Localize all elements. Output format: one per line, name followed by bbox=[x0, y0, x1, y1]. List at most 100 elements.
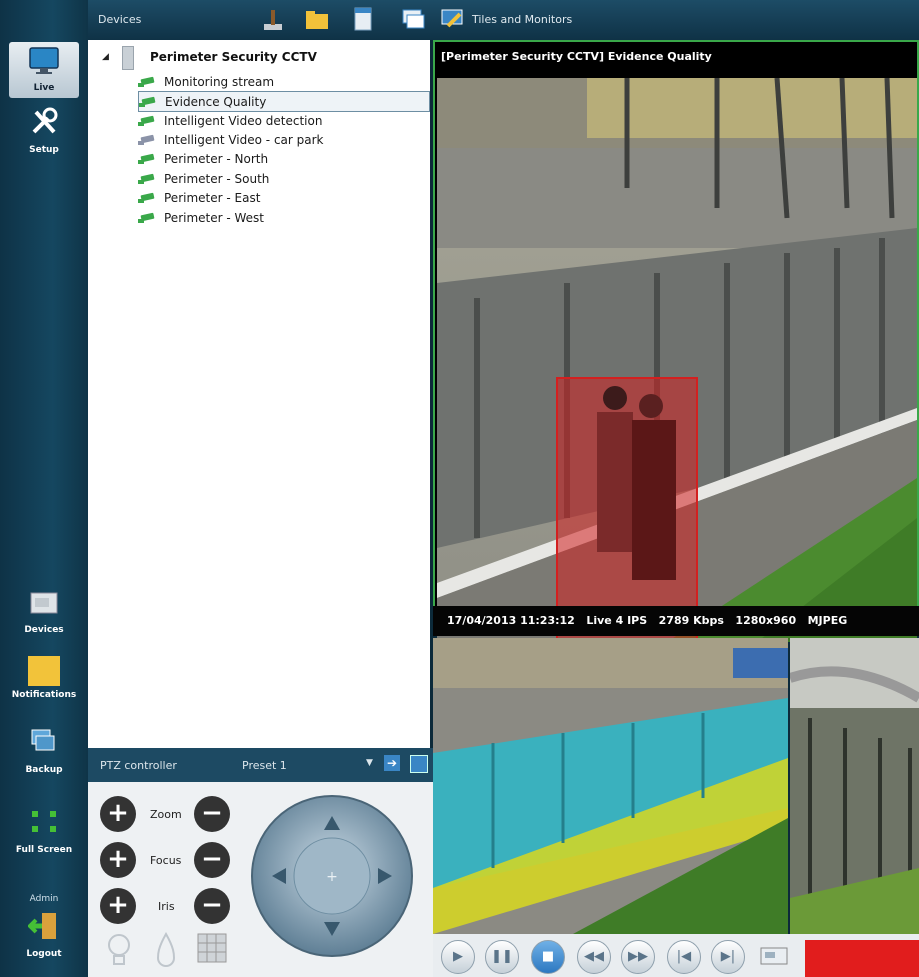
notification-icon bbox=[28, 656, 60, 686]
tree-item-perimeter-west[interactable]: Perimeter - West bbox=[138, 208, 428, 227]
chevron-down-icon[interactable]: ▼ bbox=[366, 758, 373, 768]
tree-item-perimeter-north[interactable]: Perimeter - North bbox=[138, 149, 428, 168]
zoom-out-button[interactable]: − bbox=[194, 796, 230, 832]
tree-item-label: Evidence Quality bbox=[165, 94, 267, 109]
focus-far-button[interactable]: − bbox=[194, 842, 230, 878]
preset-select[interactable]: Preset 1 bbox=[242, 759, 362, 772]
focus-label: Focus bbox=[150, 854, 182, 867]
camera-icon bbox=[138, 213, 156, 223]
fullscreen-icon bbox=[32, 811, 56, 832]
backup-icon bbox=[31, 729, 55, 751]
logout-label: Logout bbox=[26, 949, 62, 959]
tree-item-label: Intelligent Video - car park bbox=[164, 132, 324, 147]
status-codec: MJPEG bbox=[807, 614, 848, 627]
tree-item-label: Perimeter - South bbox=[164, 171, 270, 186]
record-indicator[interactable] bbox=[805, 940, 919, 977]
camera-icon bbox=[138, 154, 156, 164]
devices-heading: Devices bbox=[98, 13, 142, 26]
tree-item-label: Perimeter - East bbox=[164, 190, 261, 205]
tree-item-label: Perimeter - North bbox=[164, 151, 269, 166]
tree-item-monitoring-stream[interactable]: Monitoring stream bbox=[138, 72, 428, 91]
logout-button[interactable]: Logout bbox=[9, 910, 79, 970]
grid-icon[interactable] bbox=[196, 932, 228, 966]
tree-item-perimeter-east[interactable]: Perimeter - East bbox=[138, 188, 428, 207]
wiper-drop-icon[interactable] bbox=[154, 932, 178, 968]
ptz-controller: + Zoom − + Focus − + Iris − + bbox=[88, 782, 433, 977]
main-video-tile[interactable]: [Perimeter Security CCTV] Evidence Quali… bbox=[433, 40, 919, 642]
windows-icon[interactable] bbox=[400, 6, 426, 32]
tree-item-intelligent-video-detection[interactable]: Intelligent Video detection bbox=[138, 111, 428, 130]
go-preset-icon[interactable]: ➔ bbox=[384, 755, 400, 771]
video-tile-3[interactable] bbox=[790, 638, 919, 934]
tools-icon bbox=[32, 107, 58, 134]
camera-feed-image bbox=[437, 78, 917, 642]
tiles-monitors-icon[interactable] bbox=[440, 6, 466, 32]
camera-icon bbox=[138, 135, 156, 145]
tree-item-evidence-quality[interactable]: Evidence Quality bbox=[138, 91, 430, 112]
next-frame-button[interactable]: ▶| bbox=[711, 940, 745, 974]
snapshot-icon[interactable] bbox=[759, 944, 791, 968]
status-mode: Live bbox=[586, 614, 612, 627]
tree-item-label: Perimeter - West bbox=[164, 210, 265, 225]
save-preset-icon[interactable] bbox=[410, 755, 428, 773]
light-bulb-icon[interactable] bbox=[106, 932, 132, 968]
status-bitrate: 2789 Kbps bbox=[658, 614, 724, 627]
nav-devices[interactable]: Devices bbox=[9, 590, 79, 646]
left-navigation: Live Setup Devices Notifications Backup … bbox=[0, 0, 88, 977]
nav-fullscreen[interactable]: Full Screen bbox=[9, 808, 79, 868]
status-timestamp: 17/04/2013 11:23:12 bbox=[447, 614, 575, 627]
iris-close-button[interactable]: − bbox=[194, 888, 230, 924]
tree-item-perimeter-south[interactable]: Perimeter - South bbox=[138, 169, 428, 188]
logout-icon bbox=[27, 913, 56, 939]
previous-frame-button[interactable]: |◀ bbox=[667, 940, 701, 974]
camera-feed-image bbox=[433, 638, 788, 934]
camera-feed-image bbox=[790, 638, 919, 934]
ptz-title: PTZ controller bbox=[100, 759, 177, 772]
server-icon bbox=[122, 46, 134, 70]
camera-icon bbox=[138, 116, 156, 126]
status-resolution: 1280x960 bbox=[735, 614, 797, 627]
nav-backup-label: Backup bbox=[25, 765, 63, 775]
tiles-monitors-button[interactable]: Tiles and Monitors bbox=[472, 13, 572, 26]
ptz-joystick[interactable]: + bbox=[250, 794, 414, 958]
device-icon bbox=[30, 592, 58, 614]
nav-notifications[interactable]: Notifications bbox=[9, 656, 79, 716]
play-button[interactable]: ▶ bbox=[441, 940, 475, 974]
focus-near-button[interactable]: + bbox=[100, 842, 136, 878]
video-tile-2[interactable] bbox=[433, 638, 788, 934]
tree-item-intelligent-video-car-park[interactable]: Intelligent Video - car park bbox=[138, 130, 428, 149]
zoom-label: Zoom bbox=[150, 808, 182, 821]
nav-notifications-label: Notifications bbox=[11, 690, 77, 700]
tree-item-label: Intelligent Video detection bbox=[164, 113, 323, 128]
nav-backup[interactable]: Backup bbox=[9, 728, 79, 784]
nav-live[interactable]: Live bbox=[9, 42, 79, 98]
ptz-header: PTZ controller Preset 1 ▼ ➔ bbox=[88, 748, 433, 782]
camera-icon bbox=[138, 174, 156, 184]
nav-fullscreen-label: Full Screen bbox=[15, 845, 73, 855]
user-label: Admin bbox=[29, 894, 59, 904]
camera-icon bbox=[138, 193, 156, 203]
iris-open-button[interactable]: + bbox=[100, 888, 136, 924]
video-status-bar: 17/04/2013 11:23:12 Live 4 IPS 2789 Kbps… bbox=[433, 606, 919, 636]
device-tree-panel: ◢ Perimeter Security CCTV Monitoring str… bbox=[88, 40, 433, 748]
svg-text:+: + bbox=[326, 869, 338, 885]
fast-forward-button[interactable]: ▶▶ bbox=[621, 940, 655, 974]
stop-button[interactable]: ■ bbox=[531, 940, 565, 974]
nav-setup[interactable]: Setup bbox=[9, 106, 79, 162]
playback-toolbar: ▶ ❚❚ ■ ◀◀ ▶▶ |◀ ▶| bbox=[433, 934, 919, 977]
nav-live-label: Live bbox=[33, 83, 55, 93]
folder-icon[interactable] bbox=[304, 6, 330, 32]
camera-icon bbox=[138, 77, 156, 87]
document-icon[interactable] bbox=[350, 6, 376, 32]
nav-setup-label: Setup bbox=[29, 145, 59, 155]
iris-label: Iris bbox=[158, 900, 175, 913]
tree-root-label[interactable]: Perimeter Security CCTV bbox=[150, 50, 317, 64]
pause-button[interactable]: ❚❚ bbox=[485, 940, 519, 974]
collapse-arrow-icon[interactable]: ◢ bbox=[102, 52, 109, 62]
tree-item-label: Monitoring stream bbox=[164, 74, 275, 89]
rewind-button[interactable]: ◀◀ bbox=[577, 940, 611, 974]
top-toolbar: Devices Tiles and Monitors bbox=[88, 0, 919, 40]
zoom-in-button[interactable]: + bbox=[100, 796, 136, 832]
video-title: [Perimeter Security CCTV] Evidence Quali… bbox=[441, 50, 712, 63]
joystick-icon[interactable] bbox=[260, 6, 286, 32]
